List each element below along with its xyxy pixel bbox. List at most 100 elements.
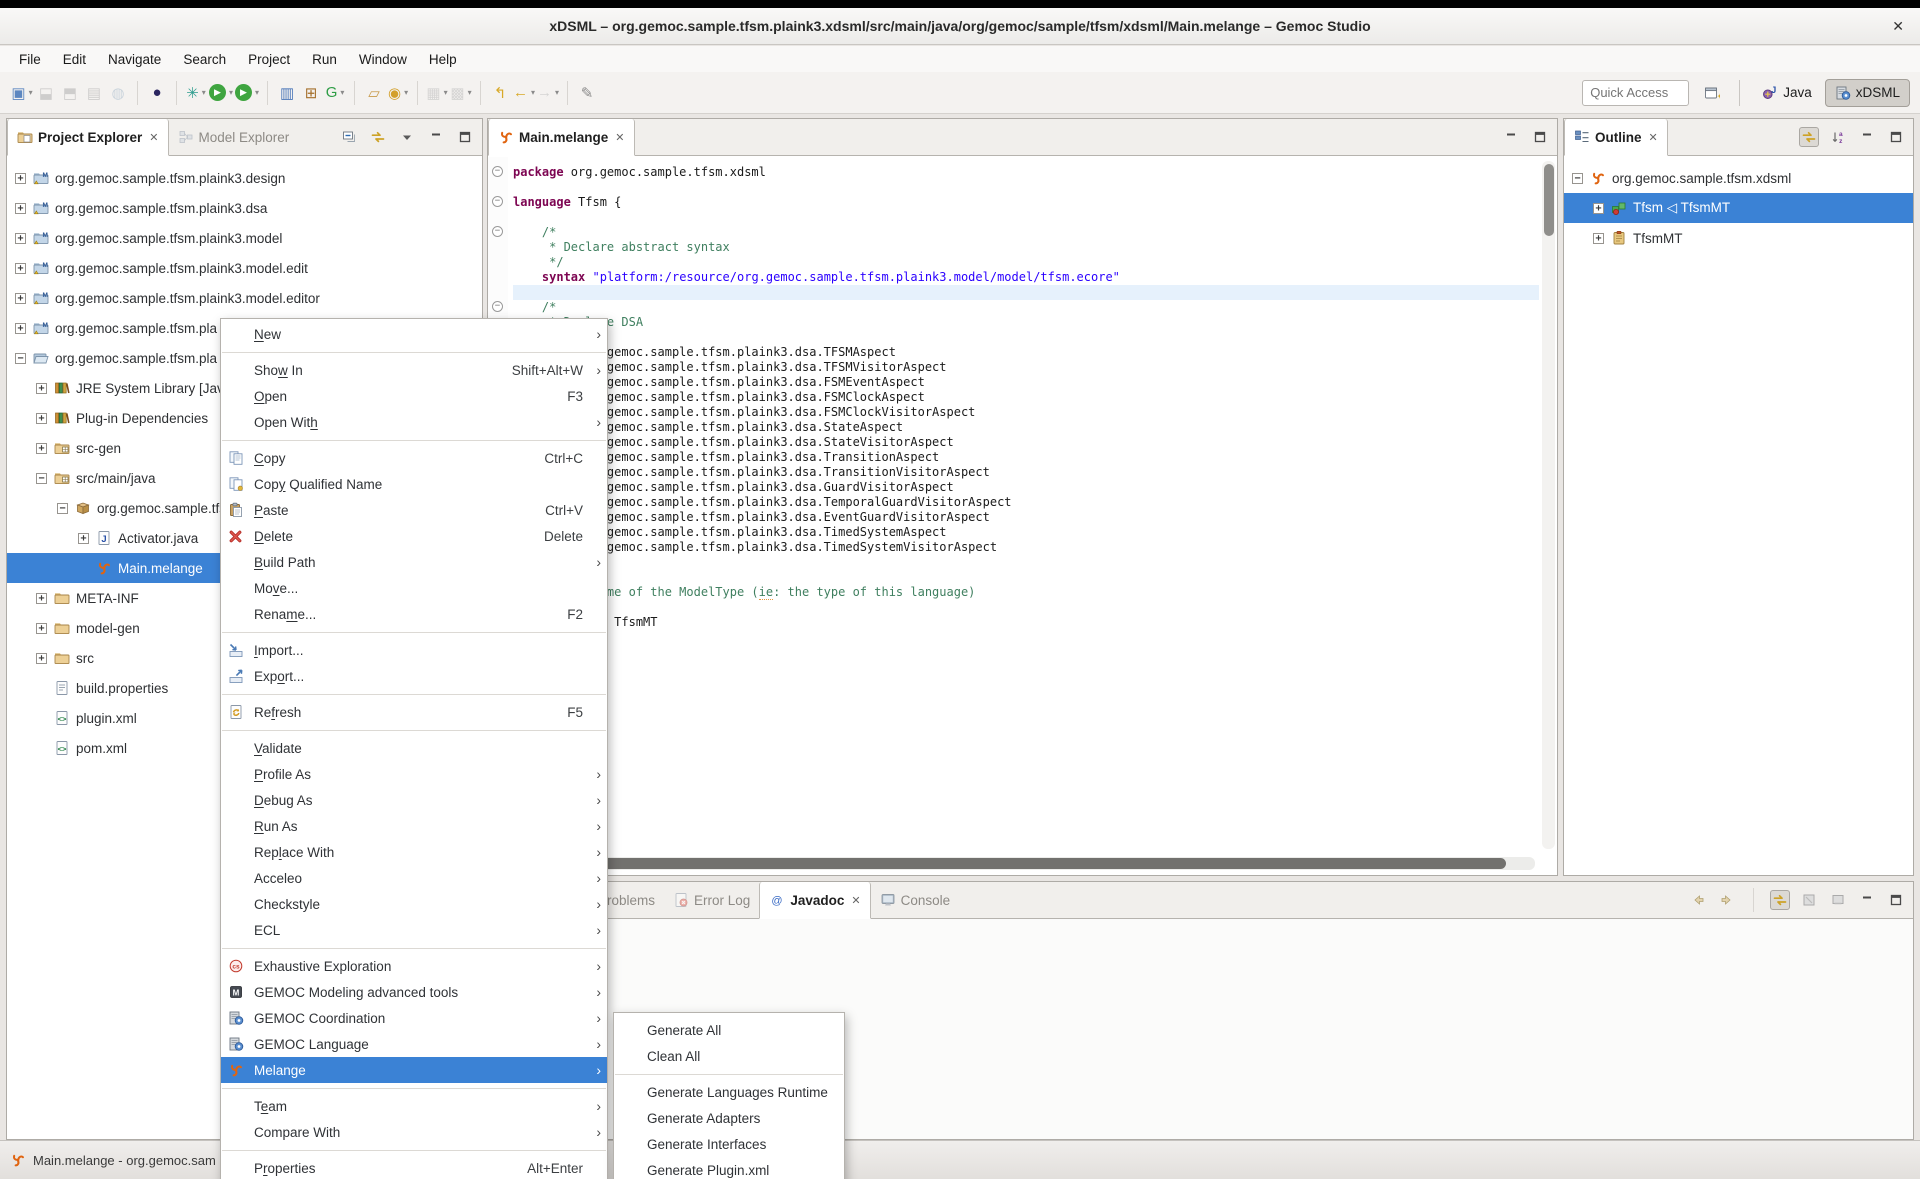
- dropdown-chevron-icon[interactable]: ▾: [340, 88, 344, 97]
- horizontal-scrollbar-thumb[interactable]: [494, 858, 1506, 869]
- tab-close-icon[interactable]: ✕: [851, 894, 860, 907]
- tab-close-icon[interactable]: ✕: [1649, 131, 1658, 144]
- menu-item-open[interactable]: OpenF3: [221, 383, 607, 409]
- menu-item-generate-all[interactable]: Generate All: [614, 1017, 844, 1043]
- back-button[interactable]: ←▾: [513, 81, 535, 105]
- menu-item-export[interactable]: Export...: [221, 663, 607, 689]
- code-line[interactable]: /*: [513, 225, 1539, 240]
- tree-item-org-gemoc-sample-tfsm-plaink3-model-editor[interactable]: +Morg.gemoc.sample.tfsm.plaink3.model.ed…: [7, 283, 482, 313]
- tab-close-icon[interactable]: ✕: [149, 131, 158, 144]
- menu-item-build-path[interactable]: Build Path›: [221, 549, 607, 575]
- code-line[interactable]: // The name of the ModelType (ie: the ty…: [513, 585, 1539, 600]
- tab-project-explorer[interactable]: Project Explorer✕: [7, 119, 169, 156]
- code-line[interactable]: with org.gemoc.sample.tfsm.plaink3.dsa.G…: [513, 480, 1539, 495]
- open-perspective-button[interactable]: ✦: [1701, 85, 1723, 101]
- prev-annotation-button[interactable]: ▦▾: [426, 81, 448, 105]
- perspective-button-java[interactable]: JJava: [1752, 79, 1822, 107]
- expand-icon[interactable]: +: [36, 443, 47, 454]
- menu-item-melange[interactable]: Melange›: [221, 1057, 607, 1083]
- expand-icon[interactable]: +: [15, 293, 26, 304]
- menubar-item-navigate[interactable]: Navigate: [97, 49, 172, 70]
- tab-outline[interactable]: Outline✕: [1564, 119, 1668, 156]
- menu-item-gemoc-modeling-advanced-tools[interactable]: MGEMOC Modeling advanced tools›: [221, 979, 607, 1005]
- menu-item-rename[interactable]: Rename...F2: [221, 601, 607, 627]
- new-wizard-button[interactable]: ▣▾: [11, 81, 33, 105]
- tree-item-org-gemoc-sample-tfsm-xdsml[interactable]: −org.gemoc.sample.tfsm.xdsml: [1564, 163, 1913, 193]
- tree-item-org-gemoc-sample-tfsm-plaink3-design[interactable]: +Morg.gemoc.sample.tfsm.plaink3.design: [7, 163, 482, 193]
- editor-vertical-scrollbar[interactable]: [1542, 161, 1555, 849]
- menu-item-ecl[interactable]: ECL›: [221, 917, 607, 943]
- expand-icon[interactable]: +: [15, 233, 26, 244]
- tab-close-icon[interactable]: ✕: [615, 131, 624, 144]
- expand-icon[interactable]: +: [1593, 203, 1604, 214]
- dropdown-chevron-icon[interactable]: ▾: [531, 88, 535, 97]
- dropdown-chevron-icon[interactable]: ▾: [555, 88, 559, 97]
- code-line[interactable]: with org.gemoc.sample.tfsm.plaink3.dsa.T…: [513, 495, 1539, 510]
- editor-horizontal-scrollbar[interactable]: [492, 857, 1535, 870]
- code-line[interactable]: with org.gemoc.sample.tfsm.plaink3.dsa.S…: [513, 420, 1539, 435]
- vertical-scrollbar-thumb[interactable]: [1544, 164, 1554, 236]
- expand-icon[interactable]: +: [36, 653, 47, 664]
- pin-console-button[interactable]: [1799, 890, 1819, 910]
- tree-item-tfsmmt[interactable]: +TfsmMT: [1564, 223, 1913, 253]
- collapse-icon[interactable]: −: [36, 473, 47, 484]
- code-line[interactable]: with org.gemoc.sample.tfsm.plaink3.dsa.F…: [513, 390, 1539, 405]
- expand-icon[interactable]: +: [15, 173, 26, 184]
- debug-attach-button[interactable]: ◍: [107, 81, 129, 105]
- code-line[interactable]: */: [513, 330, 1539, 345]
- code-line[interactable]: * Declare abstract syntax: [513, 240, 1539, 255]
- menu-item-refresh[interactable]: RefreshF5: [221, 699, 607, 725]
- menu-item-generate-languages-runtime[interactable]: Generate Languages Runtime: [614, 1079, 844, 1105]
- menu-item-paste[interactable]: PasteCtrl+V: [221, 497, 607, 523]
- expand-icon[interactable]: +: [15, 203, 26, 214]
- code-line[interactable]: with org.gemoc.sample.tfsm.plaink3.dsa.F…: [513, 405, 1539, 420]
- dropdown-chevron-icon[interactable]: ▾: [444, 88, 448, 97]
- dropdown-chevron-icon[interactable]: ▾: [468, 88, 472, 97]
- print-button[interactable]: ▤: [83, 81, 105, 105]
- tab-main-melange[interactable]: Main.melange✕: [488, 119, 635, 156]
- menu-item-clean-all[interactable]: Clean All: [614, 1043, 844, 1069]
- code-line[interactable]: [513, 570, 1539, 585]
- code-line[interactable]: with org.gemoc.sample.tfsm.plaink3.dsa.F…: [513, 375, 1539, 390]
- maximize-button[interactable]: [1530, 127, 1550, 147]
- menu-item-gemoc-coordination[interactable]: GEMOC Coordination›: [221, 1005, 607, 1031]
- code-line[interactable]: exactType TfsmMT: [513, 615, 1539, 630]
- menubar-item-project[interactable]: Project: [237, 49, 301, 70]
- open-resource-button[interactable]: ▱: [363, 81, 385, 105]
- open-console-button[interactable]: [1828, 890, 1848, 910]
- expand-icon[interactable]: +: [1593, 233, 1604, 244]
- expand-icon[interactable]: +: [36, 413, 47, 424]
- expand-icon[interactable]: +: [15, 263, 26, 274]
- fold-collapse-icon[interactable]: −: [492, 196, 503, 207]
- collapse-icon[interactable]: −: [15, 353, 26, 364]
- expand-icon[interactable]: +: [36, 383, 47, 394]
- menu-item-show-in[interactable]: Show InShift+Alt+W›: [221, 357, 607, 383]
- fold-collapse-icon[interactable]: −: [492, 226, 503, 237]
- menu-item-copy-qualified-name[interactable]: Copy Qualified Name: [221, 471, 607, 497]
- collapse-icon[interactable]: −: [1572, 173, 1583, 184]
- menu-item-new[interactable]: New›: [221, 321, 607, 347]
- code-line[interactable]: package org.gemoc.sample.tfsm.xdsml: [513, 165, 1539, 180]
- run-button[interactable]: ▶▾: [209, 81, 233, 105]
- maximize-button[interactable]: [1886, 127, 1906, 147]
- menu-item-team[interactable]: Team›: [221, 1093, 607, 1119]
- menubar-item-window[interactable]: Window: [348, 49, 418, 70]
- tree-item-tfsm-tfsmmt[interactable]: +Tfsm ◁ TfsmMT: [1564, 193, 1913, 223]
- menu-item-checkstyle[interactable]: Checkstyle›: [221, 891, 607, 917]
- menu-item-generate-interfaces[interactable]: Generate Interfaces: [614, 1131, 844, 1157]
- next-annotation-button[interactable]: ▩▾: [450, 81, 472, 105]
- forward-button[interactable]: →▾: [537, 81, 559, 105]
- minimize-button[interactable]: [1501, 127, 1521, 147]
- code-line[interactable]: [513, 555, 1539, 570]
- link-editor-button[interactable]: [1770, 890, 1790, 910]
- quick-access-input[interactable]: [1582, 80, 1689, 106]
- expand-icon[interactable]: +: [78, 533, 89, 544]
- code-line[interactable]: with org.gemoc.sample.tfsm.plaink3.dsa.T…: [513, 540, 1539, 555]
- menu-item-validate[interactable]: Validate: [221, 735, 607, 761]
- tab-error-log[interactable]: Error Log: [664, 882, 759, 918]
- code-area[interactable]: package org.gemoc.sample.tfsm.xdsmllangu…: [509, 157, 1539, 853]
- sort-button[interactable]: az: [1828, 127, 1848, 147]
- mark-occurrences-button[interactable]: ✎: [576, 81, 598, 105]
- expand-icon[interactable]: +: [36, 593, 47, 604]
- perspective-button-xdsml[interactable]: xDSML: [1825, 79, 1910, 107]
